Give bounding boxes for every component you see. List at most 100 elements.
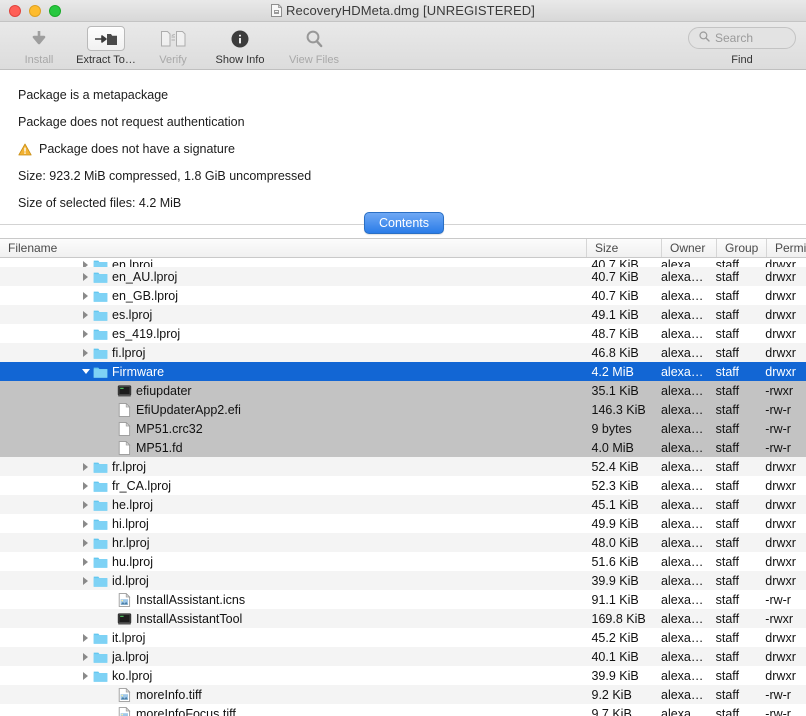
column-header-size[interactable]: Size: [587, 239, 662, 257]
file-name: en.lproj: [112, 258, 153, 267]
disclosure-triangle-closed-icon[interactable]: [80, 556, 91, 567]
disclosure-triangle-closed-icon[interactable]: [80, 575, 91, 586]
table-row[interactable]: ko.lproj 39.9 KiB alexa… staff drwxr: [0, 666, 806, 685]
disclosure-triangle-closed-icon[interactable]: [80, 309, 91, 320]
cell-size: 52.4 KiB: [591, 459, 639, 474]
cell-owner: alexa…: [660, 258, 704, 267]
cell-owner: alexa…: [661, 592, 704, 607]
disclosure-triangle-closed-icon[interactable]: [80, 651, 91, 662]
cell-size: 9 bytes: [591, 421, 632, 436]
cell-filename: hr.lproj: [0, 536, 583, 550]
table-row[interactable]: EfiUpdaterApp2.efi 146.3 KiB alexa… staff -r…: [0, 400, 806, 419]
cell-permissions: drwxr: [765, 497, 796, 512]
table-row[interactable]: id.lproj 39.9 KiB alexa… staff drwxr: [0, 571, 806, 590]
file-name: moreInfoFocus.tiff: [136, 706, 236, 716]
column-header-owner[interactable]: Owner: [662, 239, 717, 257]
window-title-group: RecoveryHDMeta.dmg [UNREGISTERED]: [0, 0, 806, 21]
install-button[interactable]: Install: [10, 26, 68, 66]
cell-permissions: -rwxr: [765, 611, 794, 626]
table-row[interactable]: en.lproj 40.7 KiB alexa… staff drwxr: [0, 258, 806, 267]
cell-size: 40.7 KiB: [591, 288, 639, 303]
table-row[interactable]: InstallAssistantTool 169.8 KiB alexa… staff…: [0, 609, 806, 628]
table-row[interactable]: ja.lproj 40.1 KiB alexa… staff drwxr: [0, 647, 806, 666]
disclosure-triangle-closed-icon[interactable]: [80, 670, 91, 681]
disclosure-triangle-closed-icon[interactable]: [80, 260, 91, 267]
show-info-button[interactable]: Show Info: [204, 26, 276, 66]
cell-filename: es_419.lproj: [0, 327, 583, 341]
disclosure-triangle-closed-icon[interactable]: [80, 461, 91, 472]
table-row[interactable]: en_GB.lproj 40.7 KiB alexa… staff drwxr: [0, 286, 806, 305]
folder-icon: [93, 500, 108, 511]
no-disclosure-spacer: [104, 594, 115, 605]
tab-contents[interactable]: Contents: [364, 212, 445, 234]
cell-filename: he.lproj: [0, 498, 583, 512]
disclosure-triangle-open-icon[interactable]: [80, 366, 91, 377]
window-controls: [9, 4, 61, 17]
minimize-button[interactable]: [29, 4, 41, 17]
file-name: efiupdater: [136, 383, 192, 398]
file-name: hu.lproj: [112, 554, 153, 569]
disclosure-triangle-closed-icon[interactable]: [80, 290, 91, 301]
table-row[interactable]: MP51.crc32 9 bytes alexa… staff -rw-r: [0, 419, 806, 438]
document-icon: [118, 402, 131, 417]
cell-permissions: drwxr: [765, 326, 796, 341]
install-label: Install: [24, 54, 54, 66]
table-row[interactable]: fr.lproj 52.4 KiB alexa… staff drwxr: [0, 457, 806, 476]
cell-permissions: -rw-r: [765, 687, 791, 702]
cell-permissions: drwxr: [765, 573, 796, 588]
disclosure-triangle-closed-icon[interactable]: [80, 328, 91, 339]
column-header-filename[interactable]: Filename: [0, 239, 587, 257]
table-row[interactable]: efiupdater 35.1 KiB alexa… staff -rwxr: [0, 381, 806, 400]
cell-permissions: -rwxr: [765, 383, 794, 398]
window-title: RecoveryHDMeta.dmg [UNREGISTERED]: [286, 3, 535, 18]
cell-permissions: drwxr: [765, 668, 796, 683]
extract-to-button[interactable]: Extract To…: [70, 26, 142, 66]
info-line-size: Size: 923.2 MiB compressed, 1.8 GiB unco…: [18, 169, 806, 184]
table-row[interactable]: es_419.lproj 48.7 KiB alexa… staff drwxr: [0, 324, 806, 343]
search-icon: [699, 29, 710, 47]
cell-permissions: -rw-r: [765, 402, 791, 417]
cell-owner: alexa…: [660, 649, 704, 664]
verify-button[interactable]: Verify: [144, 26, 202, 66]
disclosure-triangle-closed-icon[interactable]: [80, 347, 91, 358]
info-line-authentication: Package does not request authentication: [18, 115, 806, 130]
table-row[interactable]: es.lproj 49.1 KiB alexa… staff drwxr: [0, 305, 806, 324]
cell-group: staff: [715, 326, 740, 341]
table-row[interactable]: hr.lproj 48.0 KiB alexa… staff drwxr: [0, 533, 806, 552]
disclosure-triangle-closed-icon[interactable]: [80, 632, 91, 643]
show-info-label: Show Info: [215, 54, 265, 66]
disclosure-triangle-closed-icon[interactable]: [80, 271, 91, 282]
table-row[interactable]: fi.lproj 46.8 KiB alexa… staff drwxr: [0, 343, 806, 362]
disclosure-triangle-closed-icon[interactable]: [80, 518, 91, 529]
folder-icon: [93, 329, 108, 340]
cell-owner: alexa…: [660, 307, 704, 322]
file-rows: en.lproj 40.7 KiB alexa… staff drwxr en_AU.lp…: [0, 258, 806, 716]
view-files-button[interactable]: View Files: [278, 26, 350, 66]
cell-group: staff: [715, 497, 740, 512]
disclosure-triangle-closed-icon[interactable]: [80, 537, 91, 548]
table-row[interactable]: fr_CA.lproj 52.3 KiB alexa… staff drwxr: [0, 476, 806, 495]
table-row[interactable]: hu.lproj 51.6 KiB alexa… staff drwxr: [0, 552, 806, 571]
table-row[interactable]: MP51.fd 4.0 MiB alexa… staff -rw-r: [0, 438, 806, 457]
disclosure-triangle-closed-icon[interactable]: [80, 499, 91, 510]
column-header-permissions[interactable]: Permis: [767, 239, 806, 257]
table-row[interactable]: moreInfoFocus.tiff 9.7 KiB alexa… staff -rw-…: [0, 704, 806, 716]
cell-owner: alexa…: [661, 402, 704, 417]
document-icon: [118, 421, 131, 436]
cell-filename: hu.lproj: [0, 555, 583, 569]
zoom-button[interactable]: [49, 4, 61, 17]
table-row[interactable]: he.lproj 45.1 KiB alexa… staff drwxr: [0, 495, 806, 514]
table-row[interactable]: Firmware 4.2 MiB alexa… staff drwxr: [0, 362, 806, 381]
close-button[interactable]: [9, 4, 21, 17]
extract-to-label: Extract To…: [76, 54, 136, 66]
search-input[interactable]: Search: [688, 27, 796, 49]
disclosure-triangle-closed-icon[interactable]: [80, 480, 91, 491]
column-header-group[interactable]: Group: [717, 239, 767, 257]
cell-size: 39.9 KiB: [591, 573, 639, 588]
file-name: InstallAssistantTool: [136, 611, 243, 626]
table-row[interactable]: InstallAssistant.icns 91.1 KiB alexa… staff…: [0, 590, 806, 609]
table-row[interactable]: it.lproj 45.2 KiB alexa… staff drwxr: [0, 628, 806, 647]
table-row[interactable]: hi.lproj 49.9 KiB alexa… staff drwxr: [0, 514, 806, 533]
table-row[interactable]: moreInfo.tiff 9.2 KiB alexa… staff -rw-r: [0, 685, 806, 704]
table-row[interactable]: en_AU.lproj 40.7 KiB alexa… staff drwxr: [0, 267, 806, 286]
